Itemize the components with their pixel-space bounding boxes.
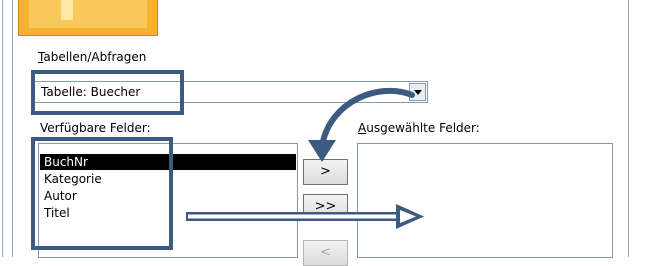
right-arrow-icon [186,204,424,229]
annotation-arrows [186,88,424,229]
curved-arrow-icon [308,88,415,162]
